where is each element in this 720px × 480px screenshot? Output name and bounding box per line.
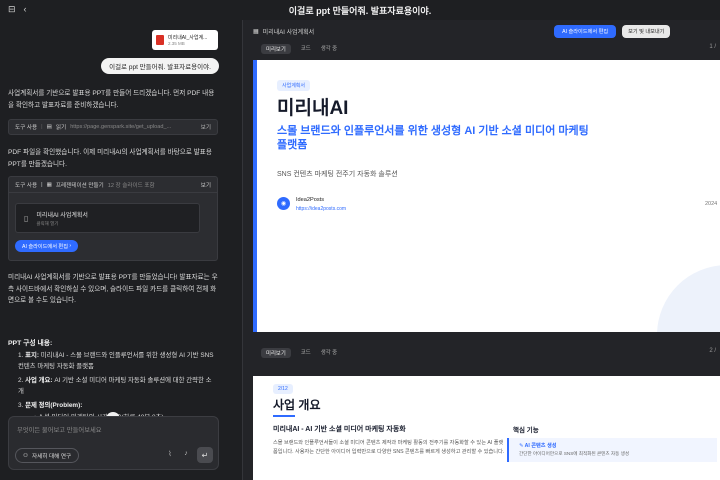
pen-icon: ✎: [519, 443, 524, 449]
preview-title: 미리내AI 사업계획서: [262, 29, 315, 36]
microphone-icon[interactable]: ♪: [181, 450, 191, 460]
tab-thinking[interactable]: 생각 중: [321, 44, 337, 54]
tab-code[interactable]: 코드: [301, 44, 311, 54]
slide-paragraph: 스몰 브랜드와 인플루언서들이 소셜 미디어 콘텐츠 제작과 마케팅 활동의 전…: [273, 440, 505, 455]
slide-file-card[interactable]: ▯ 미리내AI 사업계획서 클릭해 열기: [15, 203, 200, 233]
tab-code[interactable]: 코드: [301, 348, 311, 358]
outline-item: 1. 표지: 미리내AI - 스몰 브랜드와 인플루언서를 위한 생성형 AI …: [18, 352, 214, 370]
tab-preview[interactable]: 미리보기: [261, 44, 291, 54]
page-number: 1 /: [709, 44, 716, 50]
feature-desc: 간단한 아이디어만으로 SNS에 최적화된 콘텐츠 자동 생성: [519, 451, 630, 456]
slide-badge: 2/12: [273, 384, 293, 394]
slides-icon: ▦: [46, 181, 52, 188]
brand-logo-icon: ◉: [277, 197, 290, 210]
page-number: 2 /: [709, 348, 716, 354]
title-underline: [273, 415, 295, 417]
slide-1[interactable]: 사업계획서 미리내AI 스몰 브랜드와 인플루언서를 위한 생성형 AI 기반 …: [253, 60, 720, 332]
top-bar: ⊟ ‹ 이걸로 ppt 만들어줘. 발표자료용이야.: [0, 0, 720, 20]
page-title: 이걸로 ppt 만들어줘. 발표자료용이야.: [288, 5, 432, 16]
assistant-reply: PDF 파일을 확인했습니다. 이제 미리내AI의 사업계획서를 바탕으로 발표…: [8, 149, 212, 168]
send-button[interactable]: ↵: [197, 447, 213, 463]
deep-research-button[interactable]: ⚇ 자세히 대해 연구: [15, 448, 80, 463]
edit-in-ai-slides-button[interactable]: AI 슬라이드에서 편집 ›: [15, 240, 79, 252]
tool-presentation: 도구 사용 | ▦ 프레젠테이션 만들기 12 장 슬라이드 포함 보기 ▯ 미…: [8, 176, 218, 261]
slide-heading: 미리내AI - AI 기반 소셜 미디어 마케팅 자동화: [273, 426, 406, 433]
attached-file[interactable]: 미리내AI_사업계... 2.35 MB: [152, 30, 218, 50]
slide2-tabs: 미리보기 코드 생각 중: [261, 348, 337, 358]
user-message: 이걸로 ppt 만들어줘. 발표자료용이야.: [101, 58, 219, 74]
slide-title: 미리내AI: [277, 98, 349, 119]
file-name: 미리내AI_사업계...: [168, 34, 208, 41]
slides-icon: ▦: [253, 28, 259, 35]
file-size: 2.35 MB: [168, 40, 185, 46]
decorative-circle: [657, 265, 720, 332]
pdf-icon: [156, 35, 164, 45]
view-export-button[interactable]: 보기 및 내보내기: [622, 24, 671, 38]
sidebar-toggle-icon[interactable]: ⊟: [8, 4, 16, 15]
outline-title: PPT 구성 내용:: [8, 340, 53, 347]
slide-description: SNS 컨텐츠 마케팅 전주기 자동화 솔루션: [277, 171, 398, 178]
brand-url: https://idea2posts.com: [296, 206, 347, 212]
slide-preview-panel: ▦ 미리내AI 사업계획서 AI 슬라이드에서 편집 보기 및 내보내기 미리보…: [242, 20, 720, 480]
slide-badge: 사업계획서: [277, 80, 311, 91]
view-button[interactable]: 보기: [201, 123, 211, 131]
outline-item: 3. 문제 정의(Problem):: [18, 402, 83, 409]
slide-subtitle: 스몰 브랜드와 인플루언서를 위한 생성형 AI 기반 소셜 미디어 마케팅 플…: [277, 125, 589, 151]
attach-icon[interactable]: ⌇: [165, 450, 175, 460]
tab-thinking[interactable]: 생각 중: [321, 348, 337, 358]
assistant-reply: 사업계획서를 기반으로 발표용 PPT를 만들어 드리겠습니다. 먼저 PDF …: [8, 90, 215, 109]
feature-card: ✎ AI 콘텐츠 생성 간단한 아이디어만으로 SNS에 최적화된 콘텐츠 자동…: [507, 438, 717, 462]
view-button[interactable]: 보기: [201, 181, 211, 189]
outline-item: 2. 사업 개요: AI 기반 소셜 미디어 마케팅 자동화 솔루션에 대한 간…: [18, 377, 212, 395]
tool-url: https://page.genspark.site/get_upload_..…: [70, 124, 172, 130]
person-icon: ⚇: [23, 452, 29, 459]
back-icon[interactable]: ‹: [24, 4, 27, 15]
assistant-reply: 미리내AI 사업계획서를 기반으로 발표용 PPT를 만들었습니다! 발표자료는…: [8, 274, 218, 304]
key-features-title: 핵심 기능: [513, 427, 539, 434]
slide1-tabs: 미리보기 코드 생각 중: [261, 44, 337, 54]
tab-preview[interactable]: 미리보기: [261, 348, 291, 358]
edit-in-ai-slides-button[interactable]: AI 슬라이드에서 편집: [554, 24, 617, 38]
chat-input[interactable]: 무엇이든 물어보고 만들어보세요: [17, 425, 102, 434]
document-icon: ▤: [46, 124, 52, 130]
chat-input-box[interactable]: 무엇이든 물어보고 만들어보세요 ⚇ 자세히 대해 연구 ⌇ ♪ ↵: [8, 416, 219, 470]
slide-2[interactable]: 2/12 사업 개요 미리내AI - AI 기반 소셜 미디어 마케팅 자동화 …: [253, 376, 720, 480]
send-icon: ↵: [201, 450, 209, 460]
slide-year: 2024: [705, 201, 718, 207]
tool-read[interactable]: 도구 사용 | ▤ 읽기 https://page.genspark.site/…: [8, 119, 218, 135]
book-icon: ▯: [24, 213, 29, 223]
chat-panel: 미리내AI_사업계... 2.35 MB 이걸로 ppt 만들어줘. 발표자료용…: [0, 20, 228, 480]
slide-title: 사업 개요: [273, 398, 321, 412]
feature-title: ✎ AI 콘텐츠 생성: [519, 443, 557, 449]
brand-name: Idea2Posts: [296, 197, 324, 203]
